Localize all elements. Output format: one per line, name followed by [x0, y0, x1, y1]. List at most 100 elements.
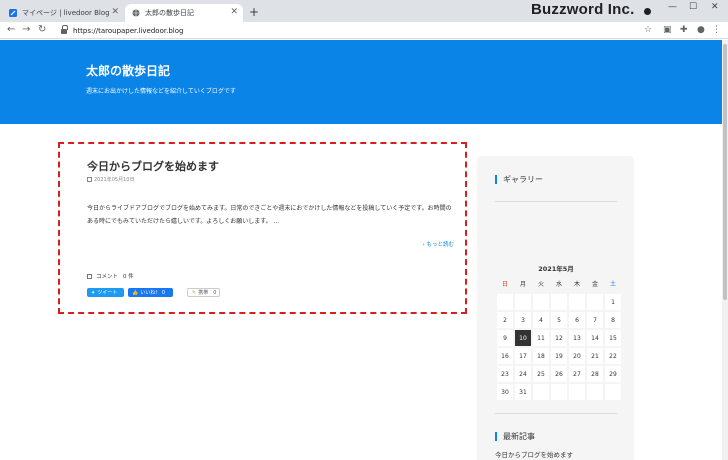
calendar-day[interactable]: 13 [568, 329, 586, 347]
calendar-day[interactable]: 5 [550, 311, 568, 329]
scrollbar-thumb[interactable] [723, 44, 727, 300]
calendar-day[interactable]: 11 [532, 329, 550, 347]
calendar-day[interactable]: 7 [586, 311, 604, 329]
calendar-empty-cell [586, 383, 604, 401]
star-icon[interactable]: ☆ [644, 24, 652, 36]
comment-link[interactable]: コメント 0 件 [87, 272, 134, 280]
calendar-empty-cell [496, 293, 514, 311]
calendar-day[interactable]: 18 [532, 347, 550, 365]
calendar-day[interactable]: 4 [532, 311, 550, 329]
profile-icon[interactable]: ● [697, 24, 705, 36]
calendar-day[interactable]: 22 [604, 347, 622, 365]
bird-icon: ✦ [91, 289, 96, 296]
calendar-grid: 1 2 3 4 5 6 7 8 9 10 11 12 13 14 15 16 17 18 19 20 21 22 23 24 2… [496, 293, 622, 401]
calendar-week: 30 31 [496, 383, 622, 401]
post-date-text: 2021年05月10日 [94, 177, 135, 183]
calendar-day[interactable]: 12 [550, 329, 568, 347]
forward-icon[interactable]: → [22, 23, 30, 37]
livedoor-button[interactable]: ✎ 携帯 0 [187, 288, 220, 297]
calendar-week: 9 10 11 12 13 14 15 [496, 329, 622, 347]
calendar-day[interactable]: 16 [496, 347, 514, 365]
brand-watermark: Buzzword Inc. [531, 1, 635, 18]
extension-icon[interactable]: ▣ [663, 24, 672, 36]
close-window-button[interactable]: ✕ [711, 2, 719, 12]
calendar-day[interactable]: 27 [568, 365, 586, 383]
calendar-empty-cell [532, 293, 550, 311]
calendar-day[interactable]: 20 [568, 347, 586, 365]
recent-post-link[interactable]: 今日からブログを始めます [495, 449, 573, 459]
read-more-link[interactable]: › もっと読む [423, 240, 454, 248]
livedoor-label: 携帯 [198, 290, 209, 296]
calendar-day[interactable]: 9 [496, 329, 514, 347]
globe-icon [132, 9, 140, 17]
page-scrollbar[interactable] [722, 40, 728, 460]
calendar-day[interactable]: 28 [586, 365, 604, 383]
calendar-empty-cell [568, 383, 586, 401]
tab-blog[interactable]: 太郎の散歩日記 ✕ [125, 4, 243, 22]
calendar-day[interactable]: 14 [586, 329, 604, 347]
calendar-day[interactable]: 25 [532, 365, 550, 383]
calendar-day[interactable]: 26 [550, 365, 568, 383]
calendar-day[interactable]: 2 [496, 311, 514, 329]
calendar-day[interactable]: 29 [604, 365, 622, 383]
pencil-icon [9, 9, 17, 17]
weekday: 木 [573, 280, 580, 288]
sidebar: ギャラリー 2021年5月 日 月 火 水 木 金 土 1 2 3 4 5 6 7 8 9 10 1… [477, 156, 634, 460]
weekday: 土 [609, 280, 616, 288]
calendar-day[interactable]: 19 [550, 347, 568, 365]
maximize-button[interactable]: ☐ [689, 2, 697, 12]
comment-icon [87, 273, 92, 279]
back-icon[interactable]: ← [7, 23, 15, 37]
weekday: 月 [519, 280, 526, 288]
recent-heading: 最新記事 [495, 432, 535, 441]
blog-title[interactable]: 太郎の散歩日記 [86, 62, 170, 79]
reload-icon[interactable]: ↻ [38, 23, 46, 37]
comment-count: 0 件 [123, 274, 134, 280]
calendar-day[interactable]: 8 [604, 311, 622, 329]
tab-strip: マイページ | livedoor Blog ✕ 太郎の散歩日記 ✕ + Buzz… [0, 0, 728, 22]
post-body: 今日からライブドアブログでブログを始めてみます。日常のできごとや週末におでかけし… [87, 205, 452, 225]
tab-mypage[interactable]: マイページ | livedoor Blog ✕ [2, 4, 124, 22]
calendar-day[interactable]: 10 [514, 329, 532, 347]
browser-toolbar: ← → ↻ https://taroupaper.livedoor.blog ☆… [0, 22, 728, 39]
close-tab-icon[interactable]: ✕ [230, 7, 238, 17]
calendar-day[interactable]: 30 [496, 383, 514, 401]
new-tab-button[interactable]: + [249, 4, 259, 20]
calendar-empty-cell [568, 293, 586, 311]
lock-icon[interactable] [61, 25, 68, 34]
url-text[interactable]: https://taroupaper.livedoor.blog [73, 27, 183, 35]
calendar-day[interactable]: 17 [514, 347, 532, 365]
calendar-empty-cell [532, 383, 550, 401]
calendar-week: 2345678 [496, 311, 622, 329]
calendar-day[interactable]: 21 [586, 347, 604, 365]
weekday: 金 [591, 280, 598, 288]
like-label: いいね！ 0 [140, 290, 166, 296]
calendar-day[interactable]: 1 [604, 293, 622, 311]
calendar: 日 月 火 水 木 金 土 1 2 3 4 5 6 7 8 9 10 11 12 13 14 15 16 17 1… [496, 275, 622, 401]
like-button[interactable]: 👍 いいね！ 0 [128, 288, 173, 297]
calendar-day[interactable]: 31 [514, 383, 532, 401]
calendar-icon [87, 177, 92, 182]
calendar-day[interactable]: 23 [496, 365, 514, 383]
address-bar[interactable]: https://taroupaper.livedoor.blog [58, 23, 658, 38]
calendar-weekdays: 日 月 火 水 木 金 土 [496, 275, 622, 293]
menu-icon[interactable]: ⋮ [712, 24, 721, 36]
calendar-day[interactable]: 6 [568, 311, 586, 329]
record-indicator-icon [644, 8, 651, 15]
puzzle-icon[interactable]: ✚ [680, 24, 688, 36]
calendar-day[interactable]: 3 [514, 311, 532, 329]
divider [495, 201, 617, 202]
post-title[interactable]: 今日からブログを始めます [87, 158, 219, 174]
livedoor-count: 0 [213, 289, 217, 296]
weekday: 火 [537, 280, 544, 288]
blog-header: 太郎の散歩日記 週末にお出かけした情報などを紹介していくブログです [0, 40, 722, 124]
calendar-day[interactable]: 15 [604, 329, 622, 347]
calendar-empty-cell [514, 293, 532, 311]
calendar-empty-cell [604, 383, 622, 401]
calendar-day[interactable]: 24 [514, 365, 532, 383]
minimize-button[interactable]: — [668, 2, 677, 12]
tweet-label: ツイート [97, 290, 118, 296]
calendar-week: 1 [496, 293, 622, 311]
close-tab-icon[interactable]: ✕ [111, 7, 119, 17]
tweet-button[interactable]: ✦ ツイート [87, 288, 124, 297]
